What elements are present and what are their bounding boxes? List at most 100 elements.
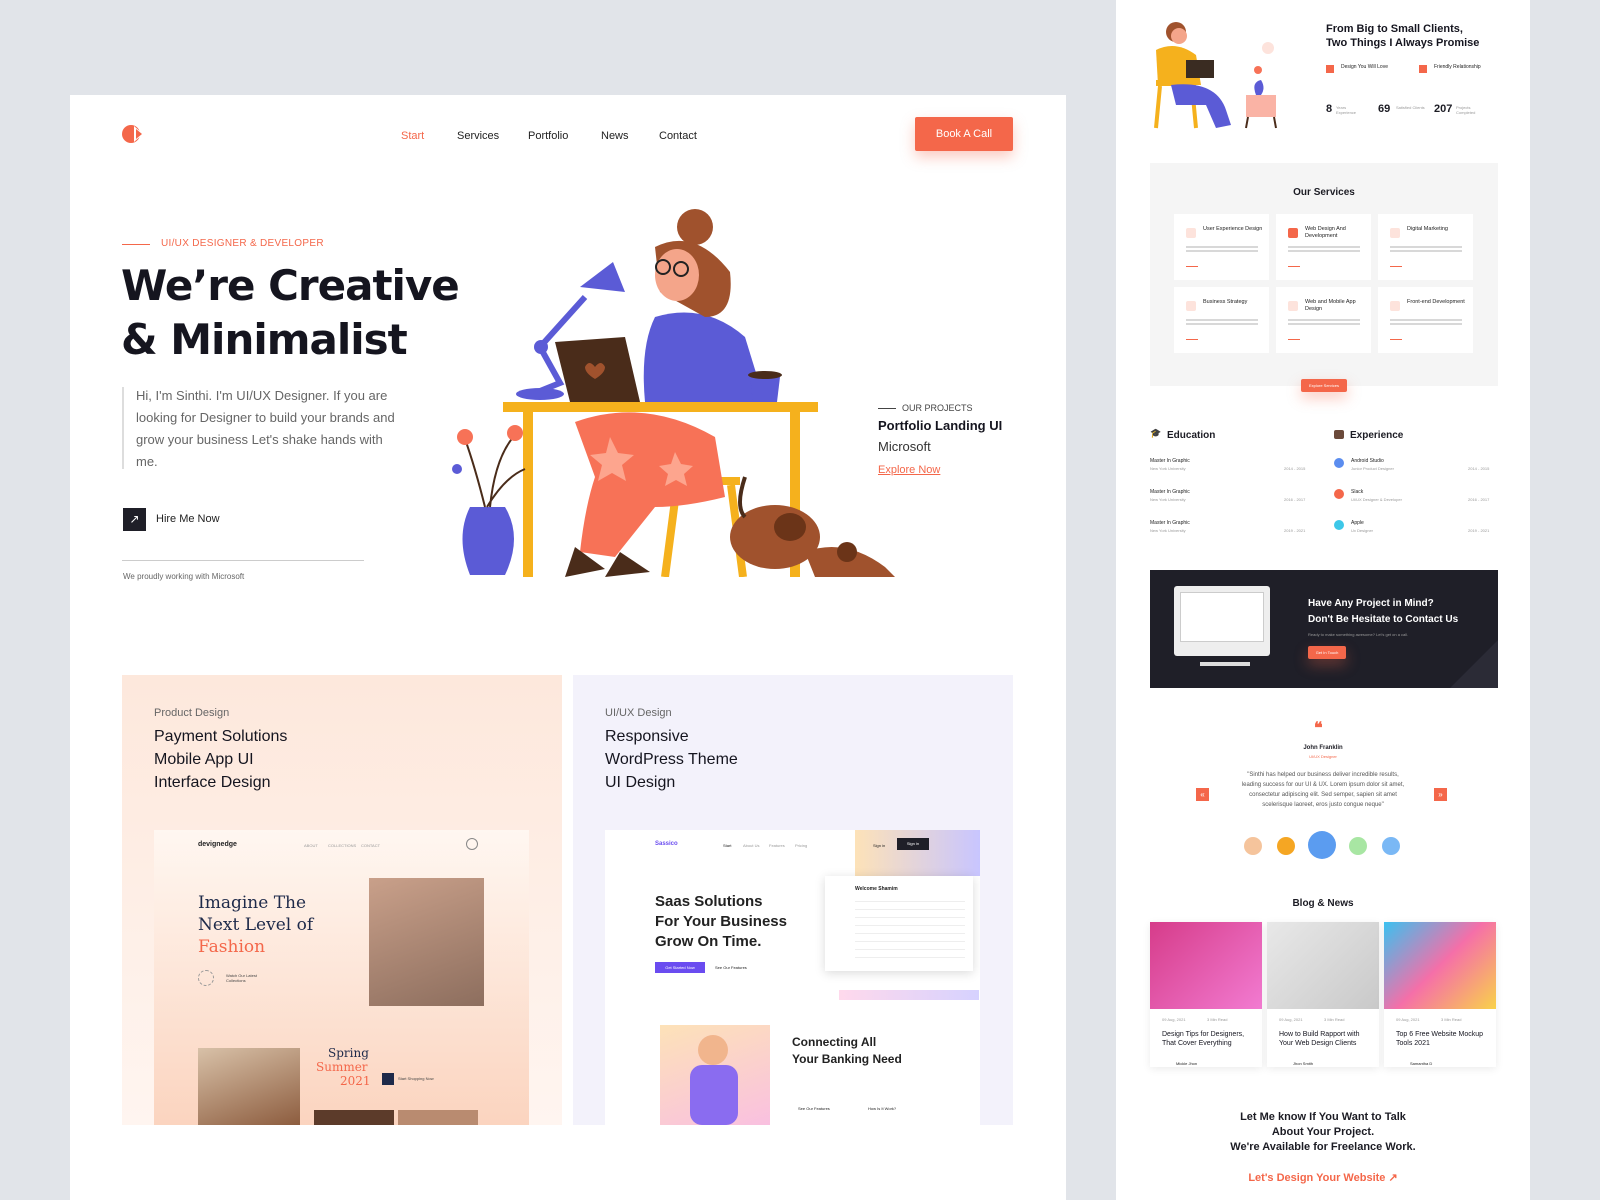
mock-nav-3: CONTACT: [361, 843, 381, 848]
testimonial-name: John Franklin: [1303, 745, 1343, 751]
blog-card[interactable]: 09 Aug, 2021 3 Min Read Design Tips for …: [1150, 922, 1262, 1067]
card-title-line1: Payment Solutions: [154, 728, 288, 745]
avatar[interactable]: [1382, 837, 1400, 855]
explore-services-button[interactable]: Explore Services: [1301, 379, 1347, 392]
nav-news[interactable]: News: [601, 130, 629, 142]
dashboard-table: [855, 901, 965, 961]
nav-start[interactable]: Start: [401, 130, 424, 142]
project-card-payment[interactable]: Product Design Payment Solutions Mobile …: [122, 675, 562, 1125]
service-desc: [1288, 246, 1360, 248]
mock-headline-1: Saas Solutions: [655, 893, 763, 910]
blog-read-time: 3 Min Read: [1441, 1017, 1462, 1022]
saas-mockup: Sassico Start About Us Features Pricing …: [605, 830, 980, 1125]
arrow-right-icon: [1288, 266, 1300, 267]
book-call-button[interactable]: Book A Call: [915, 117, 1013, 151]
blog-card[interactable]: 09 Aug, 2021 3 Min Read Top 6 Free Websi…: [1384, 922, 1496, 1067]
get-in-touch-button[interactable]: Get In Touch: [1308, 646, 1346, 659]
mock-cta-1: Get Started Now: [655, 962, 705, 973]
service-icon: [1288, 228, 1298, 238]
service-card[interactable]: Business Strategy: [1174, 287, 1269, 353]
service-title: Web Design And Development: [1305, 226, 1346, 239]
service-title: Web and Mobile App Design: [1305, 299, 1356, 312]
briefcase-icon: [1334, 430, 1344, 439]
exp-item-title: Slack: [1351, 489, 1364, 495]
hire-me-link[interactable]: Hire Me Now: [156, 513, 220, 525]
arrow-right-icon: [1288, 339, 1300, 340]
service-title: Business Strategy: [1203, 299, 1248, 305]
mock-brand: devignedge: [198, 841, 237, 848]
nav-contact[interactable]: Contact: [659, 130, 697, 142]
service-icon: [1288, 301, 1298, 311]
designer-illustration: [452, 209, 895, 577]
edu-item-school: New York University: [1150, 466, 1186, 471]
character-body: [690, 1065, 738, 1125]
mock-shop-icon: [382, 1073, 394, 1085]
mock-season-1: Spring: [328, 1046, 369, 1060]
monitor-illustration: [1174, 586, 1270, 656]
logo-icon[interactable]: [122, 123, 144, 145]
nav-services[interactable]: Services: [457, 130, 499, 142]
service-title: Front-end Development: [1407, 299, 1465, 305]
edu-item-years: 2019 - 2021: [1284, 528, 1306, 533]
service-icon: [1390, 301, 1400, 311]
arrow-up-right-icon[interactable]: ↗: [123, 508, 146, 531]
stat-label-2: Satisfied Clients: [1396, 105, 1425, 110]
testimonial-role: UI/UX Designer: [1309, 754, 1337, 759]
blog-image: [1384, 922, 1496, 1009]
blog-author: Samantha D: [1410, 1061, 1433, 1066]
education-title: Education: [1167, 430, 1216, 441]
design-website-link[interactable]: Let's Design Your Website ↗: [1116, 1171, 1530, 1184]
project-eyebrow-line: [878, 408, 896, 409]
service-icon: [1186, 228, 1196, 238]
blog-read-time: 3 Min Read: [1207, 1017, 1228, 1022]
prev-arrow-icon[interactable]: «: [1196, 788, 1209, 801]
service-card[interactable]: Digital Marketing: [1378, 214, 1473, 280]
service-card[interactable]: Front-end Development: [1378, 287, 1473, 353]
exp-item-role: UI/UX Designer & Developer: [1351, 497, 1402, 502]
avatar-active[interactable]: [1308, 831, 1336, 859]
dashboard-card: Welcome Shamim: [825, 876, 973, 971]
mock-banking-2: Your Banking Need: [792, 1052, 902, 1066]
fashion-mockup: devignedge ABOUT COLLECTIONS CONTACT Ima…: [154, 830, 529, 1125]
contact-banner: Have Any Project in Mind? Don't Be Hesit…: [1150, 570, 1498, 688]
arrow-right-icon: [1390, 339, 1402, 340]
project-card-wordpress[interactable]: UI/UX Design Responsive WordPress Theme …: [573, 675, 1013, 1125]
services-title: Our Services: [1293, 187, 1355, 198]
service-card[interactable]: Web and Mobile App Design: [1276, 287, 1371, 353]
eyebrow-line: [122, 244, 150, 245]
blog-read-time: 3 Min Read: [1324, 1017, 1345, 1022]
character-head: [698, 1035, 728, 1065]
nav-portfolio[interactable]: Portfolio: [528, 130, 568, 142]
edu-item-title: Master In Graphic: [1150, 520, 1190, 526]
divider: [122, 560, 364, 561]
footer-line-2: About Your Project.: [1271, 1126, 1375, 1138]
gradient-blob: [855, 830, 980, 876]
blog-card[interactable]: 09 Aug, 2021 3 Min Read How to Build Rap…: [1267, 922, 1379, 1067]
model-photo-2: [198, 1048, 300, 1125]
mock-signup: Sign in: [897, 838, 929, 850]
explore-now-link[interactable]: Explore Now: [878, 464, 940, 476]
quote-icon: ❝: [1314, 720, 1323, 737]
avatar[interactable]: [1277, 837, 1295, 855]
exp-item-role: Junior Product Designer: [1351, 466, 1394, 471]
service-card[interactable]: Web Design And Development: [1276, 214, 1371, 280]
next-arrow-icon[interactable]: »: [1434, 788, 1447, 801]
stat-label-3: Projects Completed: [1456, 105, 1476, 115]
card-title-line3: Interface Design: [154, 774, 271, 791]
stat-label-1: Years Experience: [1336, 105, 1357, 115]
promise-icon-1: [1326, 65, 1334, 73]
mock-cta-3: See Our Features: [798, 1106, 830, 1111]
service-desc: [1186, 319, 1258, 321]
mock-signin: Sign in: [873, 843, 886, 848]
blog-post-title: Top 6 Free Website Mockup Tools 2021: [1396, 1031, 1484, 1047]
avatar[interactable]: [1349, 837, 1367, 855]
footer-line-1: Let Me know If You Want to Talk: [1240, 1111, 1406, 1123]
mock-cta-4: How Is It Work?: [868, 1106, 897, 1111]
mock-headline-1: Imagine The: [198, 893, 307, 913]
exp-item-role: Ux Designer: [1351, 528, 1374, 533]
slack-icon: [1334, 489, 1344, 499]
service-card[interactable]: User Experience Design: [1174, 214, 1269, 280]
card-title-line2: WordPress Theme: [605, 751, 738, 768]
avatar[interactable]: [1244, 837, 1262, 855]
character-3d: [660, 1025, 770, 1125]
